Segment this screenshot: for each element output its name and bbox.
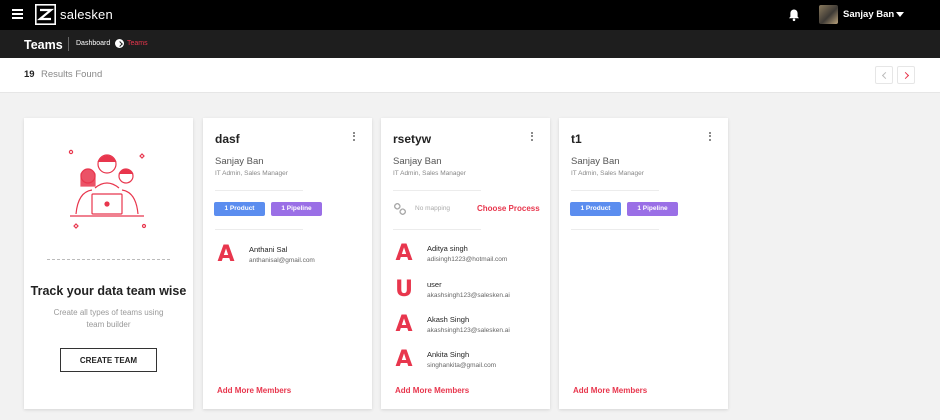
create-team-card: Track your data team wise Create all typ…: [24, 118, 193, 409]
intro-description: Create all types of teams using team bui…: [53, 308, 164, 329]
add-members-link[interactable]: Add More Members: [217, 386, 291, 395]
manager-name: Sanjay Ban: [571, 156, 620, 167]
bell-icon[interactable]: [787, 8, 801, 22]
previous-page-button[interactable]: [875, 66, 893, 84]
member-email: anthanisal@gmail.com: [249, 257, 315, 264]
chevron-right-icon: [901, 71, 910, 80]
pipeline-badge[interactable]: 1 Pipeline: [627, 202, 678, 216]
user-avatar[interactable]: [819, 5, 838, 24]
member-email: adisingh1223@hotmail.com: [427, 256, 508, 263]
no-mapping-label: No mapping: [415, 205, 451, 212]
chevron-right-icon: [115, 39, 124, 48]
dashed-divider: [47, 259, 170, 260]
chevron-left-icon: [881, 71, 890, 80]
hamburger-icon[interactable]: [12, 9, 23, 19]
team-card[interactable]: t1 Sanjay Ban IT Admin, Sales Manager 1 …: [559, 118, 728, 409]
card-divider: [571, 229, 659, 230]
pipeline-badge[interactable]: 1 Pipeline: [271, 202, 322, 216]
product-badge[interactable]: 1 Product: [214, 202, 265, 216]
member-initial: A: [395, 241, 413, 266]
results-label: Results Found: [41, 69, 103, 80]
member-item[interactable]: U user akashsingh123@salesken.ai: [393, 278, 543, 304]
member-email: akashsingh123@salesken.ai: [427, 327, 510, 334]
breadcrumb-dashboard[interactable]: Dashboard: [76, 40, 110, 47]
member-item[interactable]: A Ankita Singh singhankita@gmail.com: [393, 348, 543, 374]
card-divider: [393, 229, 481, 230]
next-page-button[interactable]: [897, 66, 915, 84]
member-initial: A: [395, 347, 413, 372]
breadcrumb-teams: Teams: [127, 40, 148, 47]
top-navbar: salesken Sanjay Ban: [0, 0, 940, 30]
member-name: user: [427, 280, 442, 289]
member-item[interactable]: A Aditya singh adisingh1223@hotmail.com: [393, 242, 543, 268]
member-initial: U: [395, 277, 413, 302]
link-icon: [394, 203, 406, 215]
member-name: Aditya singh: [427, 244, 468, 253]
results-bar: 19 Results Found: [0, 58, 940, 93]
manager-name: Sanjay Ban: [215, 156, 264, 167]
member-email: singhankita@gmail.com: [427, 362, 497, 369]
team-name: rsetyw: [393, 132, 432, 146]
page-title: Teams: [24, 38, 63, 52]
member-initial: A: [217, 242, 235, 267]
card-divider: [571, 190, 659, 191]
team-illustration-icon: [68, 149, 147, 229]
manager-role: IT Admin, Sales Manager: [215, 170, 288, 177]
header-divider: [68, 37, 69, 51]
member-initial: A: [395, 312, 413, 337]
intro-title: Track your data team wise: [30, 284, 187, 298]
team-card[interactable]: dasf Sanjay Ban IT Admin, Sales Manager …: [203, 118, 372, 409]
manager-role: IT Admin, Sales Manager: [571, 170, 644, 177]
card-divider: [393, 190, 481, 191]
create-team-button[interactable]: CREATE TEAM: [60, 348, 157, 372]
brand-name[interactable]: salesken: [60, 7, 113, 22]
salesken-logo-icon[interactable]: [35, 4, 56, 25]
member-name: Anthani Sal: [249, 245, 288, 254]
card-divider: [215, 190, 303, 191]
member-email: akashsingh123@salesken.ai: [427, 292, 510, 299]
more-options-icon[interactable]: [353, 132, 357, 142]
more-options-icon[interactable]: [709, 132, 713, 142]
member-item[interactable]: A Anthani Sal anthanisal@gmail.com: [215, 243, 365, 269]
caret-down-icon[interactable]: [896, 12, 904, 17]
team-card[interactable]: rsetyw Sanjay Ban IT Admin, Sales Manage…: [381, 118, 550, 409]
add-members-link[interactable]: Add More Members: [573, 386, 647, 395]
more-options-icon[interactable]: [531, 132, 535, 142]
add-members-link[interactable]: Add More Members: [395, 386, 469, 395]
member-item[interactable]: A Akash Singh akashsingh123@salesken.ai: [393, 313, 543, 339]
member-name: Ankita Singh: [427, 350, 470, 359]
team-name: dasf: [215, 132, 240, 146]
member-name: Akash Singh: [427, 315, 470, 324]
page-header: Teams Dashboard Teams: [0, 30, 940, 58]
product-badge[interactable]: 1 Product: [570, 202, 621, 216]
user-name[interactable]: Sanjay Ban: [843, 9, 894, 20]
choose-process-link[interactable]: Choose Process: [477, 204, 540, 213]
manager-name: Sanjay Ban: [393, 156, 442, 167]
card-divider: [215, 229, 303, 230]
results-count: 19: [24, 69, 35, 80]
team-name: t1: [571, 132, 582, 146]
manager-role: IT Admin, Sales Manager: [393, 170, 466, 177]
